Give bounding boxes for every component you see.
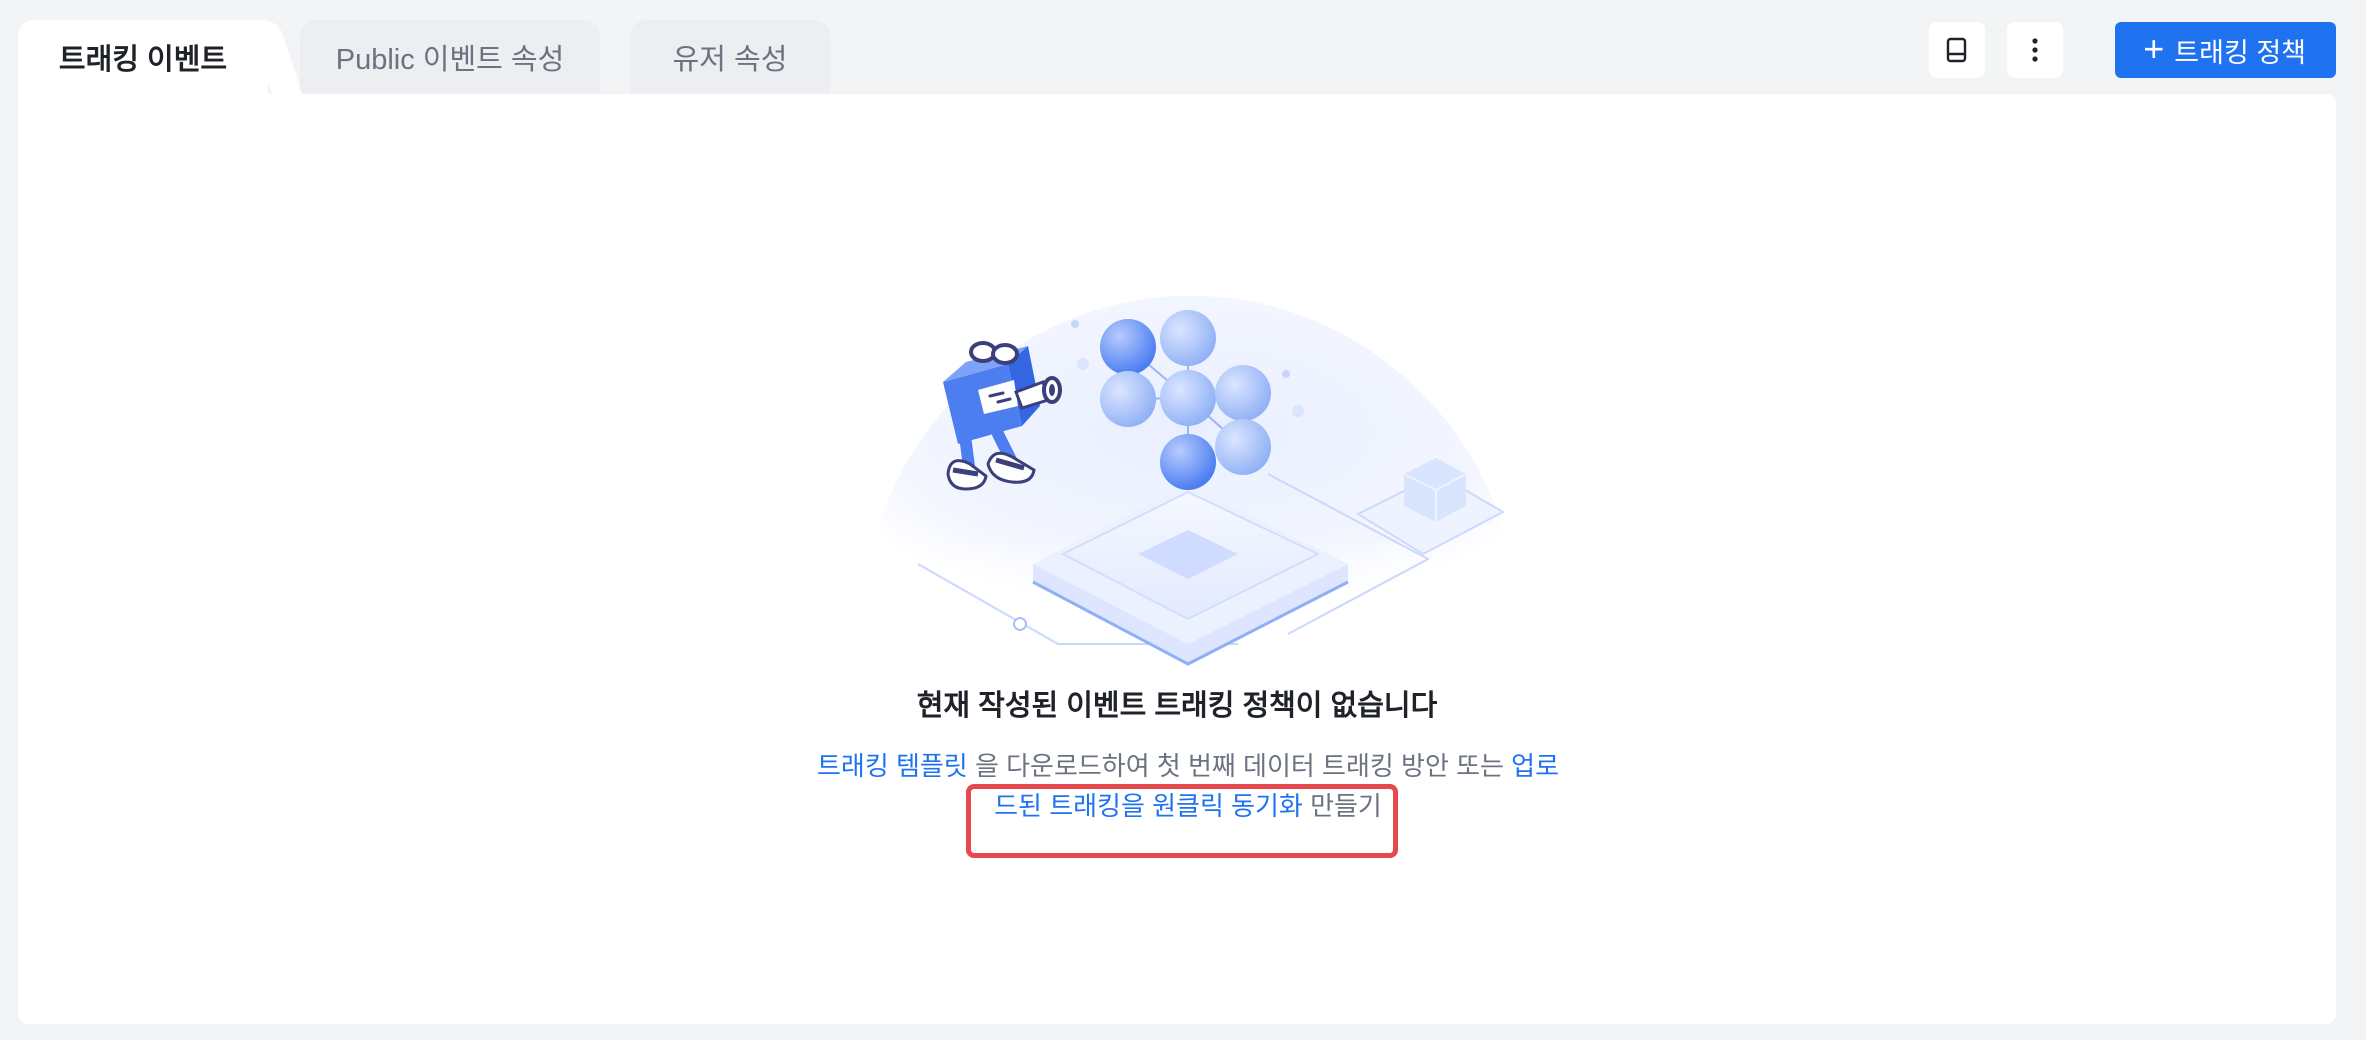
top-bar: 트래킹 이벤트 Public 이벤트 속성 유저 속성 + 트래킹 정책	[0, 0, 2366, 94]
more-button[interactable]	[2007, 22, 2064, 78]
add-tracking-policy-button[interactable]: + 트래킹 정책	[2115, 22, 2336, 78]
description-middle-text: 을 다운로드하여 첫 번째 데이터 트래킹 방안 또는	[967, 751, 1512, 781]
tracking-template-link[interactable]: 트래킹 템플릿	[817, 751, 968, 781]
docs-button[interactable]	[1929, 22, 1986, 78]
tab-label: Public 이벤트 속성	[335, 44, 565, 76]
more-vertical-icon	[2032, 38, 2038, 62]
tab-label: 유저 속성	[672, 44, 788, 76]
empty-state-description: 트래킹 템플릿 을 다운로드하여 첫 번째 데이터 트래킹 방안 또는 업로드된…	[808, 746, 1568, 826]
description-end-text: 만들기	[1302, 791, 1382, 821]
tab-label: 트래킹 이벤트	[58, 44, 228, 76]
tab-bar: 트래킹 이벤트 Public 이벤트 속성 유저 속성	[18, 20, 842, 94]
tab-public-event-properties[interactable]: Public 이벤트 속성	[300, 20, 600, 94]
add-tracking-policy-label: 트래킹 정책	[2174, 37, 2306, 68]
plus-icon: +	[2143, 27, 2165, 69]
tab-tracking-events[interactable]: 트래킹 이벤트	[18, 20, 268, 94]
content-panel: 현재 작성된 이벤트 트래킹 정책이 없습니다 트래킹 템플릿 을 다운로드하여…	[18, 94, 2336, 1024]
book-icon	[1947, 37, 1967, 63]
empty-state-title: 현재 작성된 이벤트 트래킹 정책이 없습니다	[916, 690, 1438, 722]
tab-user-properties[interactable]: 유저 속성	[630, 20, 830, 94]
empty-state-illustration	[838, 295, 1538, 666]
toolbar-actions: + 트래킹 정책	[1929, 22, 2336, 78]
